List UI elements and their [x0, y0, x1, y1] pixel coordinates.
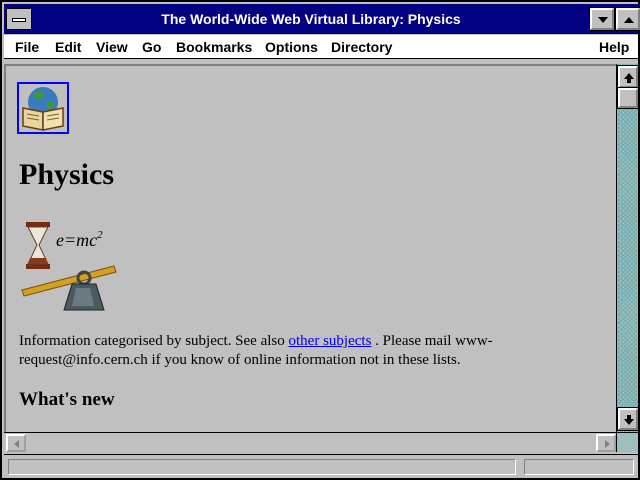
down-arrow-icon — [624, 415, 634, 425]
hourglass-balance-icon: e=mc2 — [21, 222, 117, 311]
scroll-down-button[interactable] — [617, 407, 639, 431]
scroll-up-button[interactable] — [617, 65, 639, 89]
right-arrow-icon — [605, 440, 610, 448]
vertical-scrollbar[interactable] — [616, 64, 639, 432]
minimize-button[interactable] — [589, 7, 615, 31]
menu-file[interactable]: File — [15, 39, 39, 55]
menu-edit[interactable]: Edit — [55, 39, 81, 55]
horizontal-scrollbar[interactable] — [4, 432, 616, 452]
up-arrow-icon — [624, 73, 634, 83]
virtual-library-logo[interactable] — [17, 82, 69, 134]
svg-text:e=mc2: e=mc2 — [56, 229, 103, 250]
progress-indicator — [524, 459, 634, 475]
emc-illustration: e=mc2 — [18, 218, 118, 314]
scrollbar-corner — [616, 432, 638, 452]
page-title: Physics — [19, 158, 115, 191]
page-content[interactable]: Physics e=mc2 Information categorised by… — [4, 64, 616, 432]
other-subjects-link[interactable]: other subjects — [289, 333, 372, 349]
menu-options[interactable]: Options — [265, 39, 318, 55]
menu-bar: File Edit View Go Bookmarks Options Dire… — [4, 35, 638, 59]
status-bar — [4, 454, 638, 478]
intro-paragraph: Information categorised by subject. See … — [19, 333, 493, 368]
menu-bookmarks[interactable]: Bookmarks — [176, 39, 252, 55]
left-arrow-icon — [14, 440, 19, 448]
menu-help[interactable]: Help — [599, 39, 629, 55]
menu-go[interactable]: Go — [142, 39, 161, 55]
scroll-left-button[interactable] — [6, 434, 26, 452]
vertical-scroll-thumb[interactable] — [617, 87, 639, 109]
window-title: The World-Wide Web Virtual Library: Phys… — [161, 11, 461, 27]
title-bar[interactable]: The World-Wide Web Virtual Library: Phys… — [4, 4, 640, 34]
browser-window: The World-Wide Web Virtual Library: Phys… — [0, 0, 640, 480]
maximize-icon — [624, 17, 634, 23]
status-text-panel — [8, 459, 516, 475]
menu-view[interactable]: View — [96, 39, 128, 55]
scroll-right-button[interactable] — [596, 434, 616, 452]
maximize-button[interactable] — [615, 7, 640, 31]
whats-new-heading: What's new — [19, 389, 115, 410]
system-menu-button[interactable] — [6, 8, 32, 30]
minimize-icon — [598, 17, 608, 23]
globe-book-icon — [22, 87, 64, 131]
menu-directory[interactable]: Directory — [331, 39, 392, 55]
system-menu-icon — [12, 18, 26, 22]
